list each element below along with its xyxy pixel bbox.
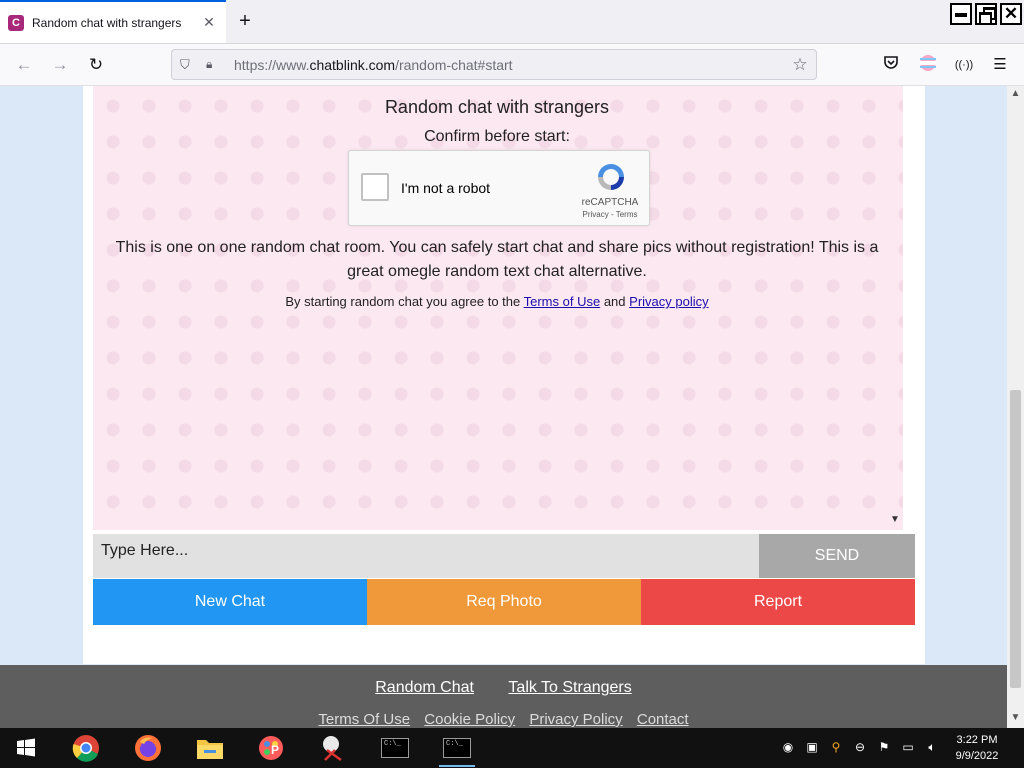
send-button[interactable]: SEND [759, 534, 915, 578]
terminal-icon[interactable]: C:\_ [377, 732, 413, 764]
footer-link-talk-to-strangers[interactable]: Talk To Strangers [508, 679, 631, 696]
agreement-and: and [603, 294, 626, 309]
tray-flag-icon[interactable]: ⚑ [876, 740, 892, 756]
tray-app-icon[interactable]: ◉ [780, 740, 796, 756]
terminal-icon[interactable]: C:\_ [439, 732, 475, 767]
chat-heading: Random chat with strangers [384, 97, 610, 117]
start-icon[interactable] [8, 732, 44, 764]
chat-message-area[interactable]: Random chat with strangers Confirm befor… [93, 86, 903, 530]
site-favicon-icon: C [8, 14, 24, 31]
message-input[interactable] [93, 534, 759, 578]
file-explorer-icon[interactable] [192, 732, 228, 764]
navigation-toolbar: ← → ↻ ⛉ 🔒︎ https://www.chatblink.com/ran… [0, 44, 1024, 86]
chat-container: Random chat with strangers Confirm befor… [83, 86, 925, 664]
agreement-text: By starting random chat you agree to the… [93, 294, 901, 309]
chat-description: This is one on one random chat room. You… [115, 239, 879, 280]
site-footer: Random Chat Talk To Strangers Terms Of U… [0, 665, 1007, 728]
paint-icon[interactable]: P [253, 732, 289, 764]
confirm-label: Confirm before start: [424, 128, 570, 145]
footer-link-random-chat[interactable]: Random Chat [375, 679, 474, 696]
recaptcha-checkbox[interactable] [361, 173, 389, 201]
bookmark-star-icon[interactable]: ☆ [790, 55, 810, 75]
tray-network-icon[interactable]: ▭ [900, 740, 916, 756]
tracking-shield-icon[interactable]: ⛉ [180, 57, 196, 73]
clock-time: 3:22 PM [956, 734, 998, 746]
scroll-down-icon[interactable]: ▼ [890, 514, 900, 525]
footer-link-contact[interactable]: Contact [637, 711, 689, 728]
chrome-icon[interactable] [68, 732, 104, 764]
address-bar[interactable]: ⛉ 🔒︎ https://www.chatblink.com/random-ch… [171, 49, 817, 80]
scrollbar-thumb[interactable] [1010, 390, 1021, 688]
clock-date: 9/9/2022 [955, 750, 999, 762]
lock-icon[interactable]: 🔒︎ [206, 57, 222, 72]
scroll-up-arrow-icon[interactable]: ▲ [1007, 88, 1024, 99]
tray-search-icon[interactable]: ⚲ [828, 740, 844, 756]
reload-button[interactable]: ↻ [84, 53, 108, 77]
url-text[interactable]: https://www.chatblink.com/random-chat#st… [234, 57, 790, 73]
recaptcha-widget: I'm not a robot reCAPTCHA Privacy - Term… [348, 150, 650, 226]
close-window-button[interactable]: ✕ [1000, 3, 1022, 25]
back-button[interactable]: ← [12, 53, 36, 77]
recaptcha-label: I'm not a robot [401, 180, 491, 196]
tray-status-icon[interactable]: ⊖ [852, 740, 868, 756]
svg-text:P: P [271, 743, 279, 757]
taskbar: P C:\_ C:\_ ◉ ▣ ⚲ ⊖ ⚑ ▭ 🔈︎ 3:22 PM 9/9/2… [0, 728, 1024, 768]
page-viewport: Random chat with strangers Confirm befor… [0, 86, 1007, 728]
menu-hamburger-icon[interactable]: ☰ [989, 54, 1011, 76]
system-clock[interactable]: 3:22 PM 9/9/2022 [946, 732, 1008, 764]
extension-icon[interactable]: ((·)) [953, 54, 975, 76]
new-chat-button[interactable]: New Chat [93, 579, 367, 625]
recaptcha-brand: reCAPTCHA [581, 197, 639, 208]
report-button[interactable]: Report [641, 579, 915, 625]
page-scrollbar[interactable]: ▲ ▼ [1007, 86, 1024, 728]
tab-active[interactable]: C Random chat with strangers ✕ [0, 0, 226, 43]
close-tab-icon[interactable]: ✕ [200, 14, 218, 31]
tray-volume-icon[interactable]: 🔈︎ [924, 740, 940, 756]
new-tab-button[interactable]: + [234, 10, 256, 32]
scroll-down-arrow-icon[interactable]: ▼ [1007, 712, 1024, 723]
tray-network-drive-icon[interactable]: ▣ [804, 740, 820, 756]
footer-link-privacy-policy[interactable]: Privacy Policy [529, 711, 622, 728]
minimize-window-button[interactable] [950, 3, 972, 25]
footer-link-cookie-policy[interactable]: Cookie Policy [424, 711, 515, 728]
chat-actions: New Chat Req Photo Report [93, 579, 915, 625]
recaptcha-logo-icon [595, 161, 627, 193]
terms-of-use-link[interactable]: Terms of Use [524, 294, 601, 309]
recaptcha-privacy-terms-link[interactable]: Privacy - Terms [573, 210, 647, 219]
footer-link-terms[interactable]: Terms Of Use [318, 711, 410, 728]
agreement-prefix: By starting random chat you agree to the [285, 294, 521, 309]
restore-window-button[interactable] [975, 3, 997, 25]
tab-strip: C Random chat with strangers ✕ + ✕ [0, 0, 1024, 44]
snipping-tool-icon[interactable] [315, 732, 351, 764]
extension-avatar-icon[interactable] [917, 54, 939, 76]
forward-button[interactable]: → [48, 53, 72, 77]
pocket-icon[interactable] [880, 54, 902, 76]
request-photo-button[interactable]: Req Photo [367, 579, 641, 625]
tab-title: Random chat with strangers [32, 15, 182, 30]
message-input-row: SEND [93, 534, 915, 578]
firefox-icon[interactable] [130, 732, 166, 764]
privacy-policy-link[interactable]: Privacy policy [629, 294, 708, 309]
